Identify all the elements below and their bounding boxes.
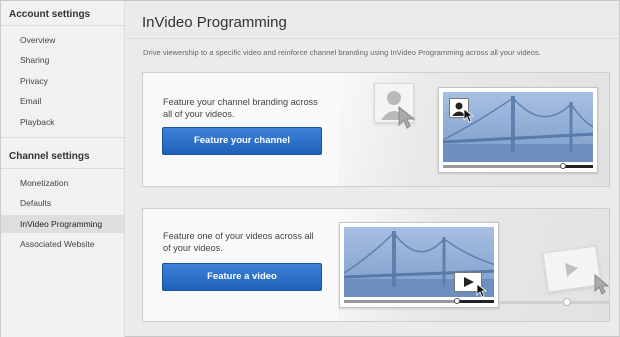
- title-divider: [126, 38, 620, 39]
- channel-settings-heading: Channel settings: [9, 151, 90, 162]
- account-settings-heading: Account settings: [9, 9, 91, 20]
- seek-knob: [560, 163, 566, 169]
- main-content: InVideo Programming Drive viewership to …: [126, 1, 620, 337]
- cursor-icon: [594, 273, 609, 295]
- feature-channel-card: Feature your channel branding across all…: [142, 72, 610, 187]
- sidebar-item-email[interactable]: Email: [1, 92, 124, 110]
- sidebar-divider: [1, 25, 124, 26]
- ghost-seek-knob: [563, 298, 571, 306]
- channel-preview-screen: [438, 87, 598, 173]
- feature-video-card: Feature one of your videos across all of…: [142, 208, 610, 322]
- bridge-illustration: [443, 92, 593, 162]
- settings-window: Account settings Overview Sharing Privac…: [0, 0, 620, 337]
- sidebar-item-playback[interactable]: Playback: [1, 113, 124, 131]
- sidebar-item-invideo-programming[interactable]: InVideo Programming: [1, 215, 124, 233]
- sidebar-divider: [1, 137, 124, 138]
- intro-text: Drive viewership to a specific video and…: [143, 48, 541, 57]
- seek-bar: [443, 163, 593, 169]
- video-preview-screen: [339, 222, 499, 308]
- sidebar-item-sharing[interactable]: Sharing: [1, 51, 124, 69]
- sidebar-divider: [1, 168, 124, 169]
- page-title: InVideo Programming: [142, 14, 287, 31]
- cursor-icon: [476, 283, 488, 297]
- feature-channel-description: Feature your channel branding across all…: [163, 97, 318, 119]
- cursor-icon: [398, 105, 416, 129]
- bridge-illustration: [344, 227, 494, 297]
- sidebar-item-monetization[interactable]: Monetization: [1, 174, 124, 192]
- sidebar-item-overview[interactable]: Overview: [1, 31, 124, 49]
- seek-bar: [344, 298, 494, 304]
- sidebar-item-defaults[interactable]: Defaults: [1, 194, 124, 212]
- seek-knob: [453, 298, 460, 304]
- sidebar-item-associated-website[interactable]: Associated Website: [1, 235, 124, 253]
- cursor-icon: [463, 108, 475, 123]
- sidebar-item-privacy[interactable]: Privacy: [1, 72, 124, 90]
- feature-video-description: Feature one of your videos across all of…: [163, 231, 314, 253]
- play-icon: [565, 262, 578, 277]
- feature-video-button[interactable]: Feature a video: [162, 263, 322, 291]
- settings-sidebar: Account settings Overview Sharing Privac…: [1, 1, 125, 337]
- feature-channel-button[interactable]: Feature your channel: [162, 127, 322, 155]
- ghost-seek-bar: [499, 301, 609, 304]
